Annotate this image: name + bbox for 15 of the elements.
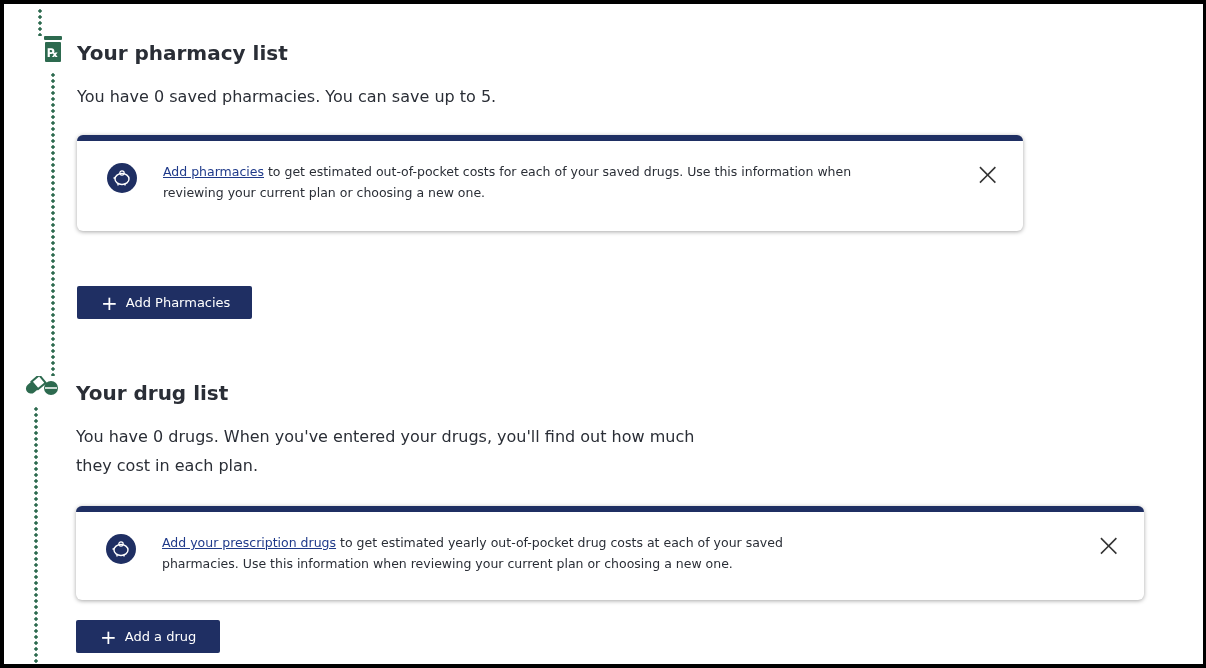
add-link[interactable]: Add your prescription drugs (162, 535, 337, 550)
close-button[interactable]: × (1091, 532, 1126, 558)
section-description: You have 0 drugs. When you've entered your drugs, you'll find out how much they cost in each plan. (76, 426, 696, 477)
piggy-bank-icon (107, 163, 137, 193)
section-title: Your pharmacy list (77, 40, 289, 66)
alert-message: Add your prescription drugs to get estimated yearly out-of-pocket drug costs at each of your saved pharmacies. Use this information when reviewing your current plan or choosing a new one. (162, 534, 784, 573)
add-button[interactable]: + Add Pharmacies (77, 286, 253, 319)
alert-message: Add pharmacies to get estimated out-of-pocket costs for each of your saved drugs. Use this information when reviewing your current plan or choosing a new one. (163, 163, 853, 202)
pill-icon (24, 376, 60, 396)
close-button[interactable]: × (970, 161, 1005, 187)
piggy-bank-icon (106, 534, 136, 564)
add-button[interactable]: + Add a drug (76, 620, 221, 653)
section-title: Your drug list (76, 380, 230, 406)
add-link[interactable]: Add pharmacies (163, 164, 264, 179)
section-description: You have 0 saved pharmacies. You can save up to 5. (77, 86, 498, 108)
